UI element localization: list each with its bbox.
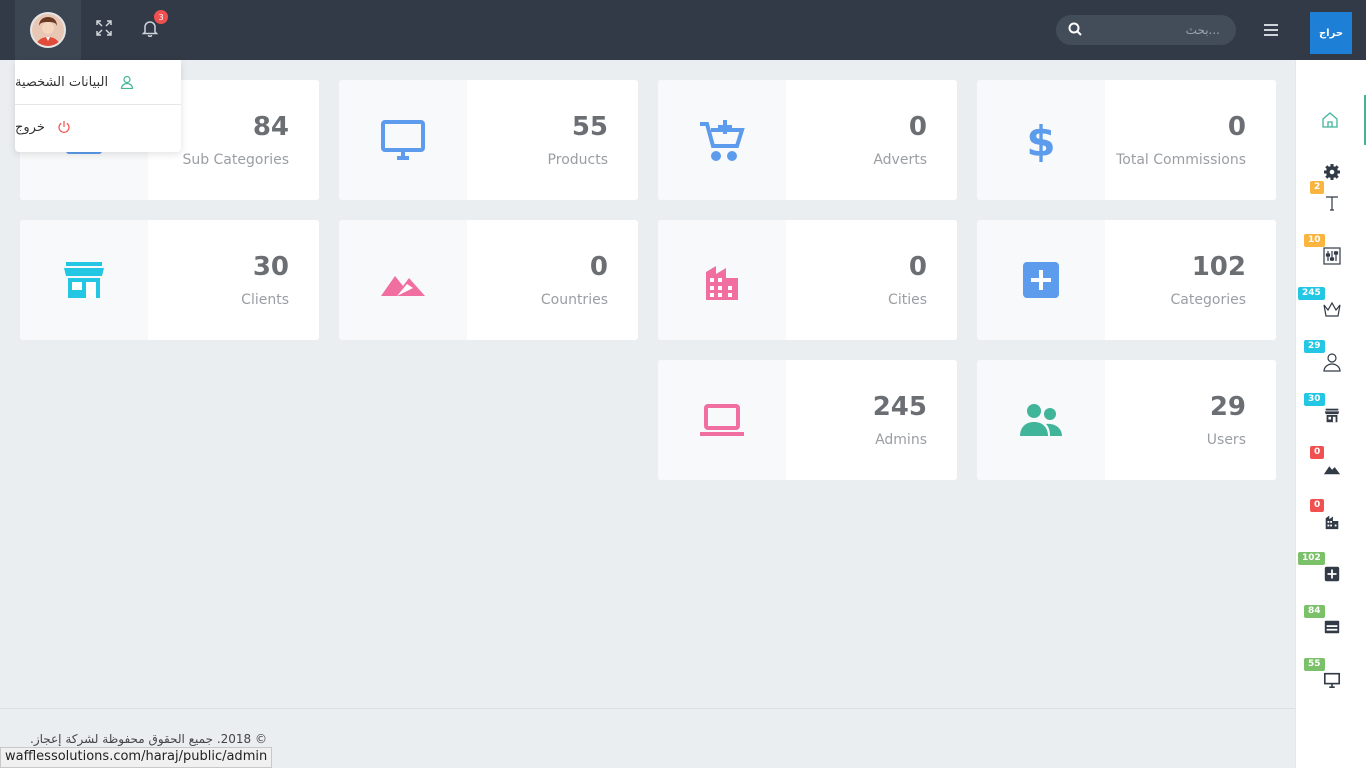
footer-divider xyxy=(0,708,1295,709)
logout-menu-item[interactable]: خروج xyxy=(15,105,181,149)
building-icon xyxy=(658,220,786,340)
footer-copyright: © 2018. جميع الحقوق محفوظة لشركة إعجاز. xyxy=(30,732,268,746)
users-icon xyxy=(977,360,1105,480)
stat-card-users[interactable]: 29 Users xyxy=(977,360,1276,480)
sidebar-item-mountain[interactable]: 0 xyxy=(1296,440,1366,490)
sidebar-item-store[interactable]: 30 xyxy=(1296,387,1366,437)
logo-text: حراج xyxy=(1318,27,1344,39)
power-icon xyxy=(57,120,71,134)
stat-card-clients[interactable]: 30 Clients xyxy=(20,220,319,340)
sidebar-item-building[interactable]: 0 xyxy=(1296,493,1366,543)
stat-value: 29 xyxy=(1209,392,1246,422)
sidebar-item-home[interactable] xyxy=(1296,95,1366,145)
store-icon xyxy=(20,220,148,340)
sidebar-count-badge: 29 xyxy=(1304,340,1325,353)
stat-value: 84 xyxy=(252,112,289,142)
search-box xyxy=(1056,15,1236,45)
building-icon xyxy=(1322,511,1342,531)
stat-card-countries[interactable]: 0 Countries xyxy=(339,220,638,340)
sidebar-count-badge: 30 xyxy=(1304,393,1325,406)
sidebar-item-subcategory[interactable]: 84 xyxy=(1296,599,1366,649)
sidebar-item-plus-square[interactable]: 102 xyxy=(1296,546,1366,596)
search-icon[interactable] xyxy=(1068,21,1082,40)
right-sidebar: 2 10 245 29 30 0 0 102 84 55 xyxy=(1295,60,1366,768)
sidebar-count-badge: 2 xyxy=(1310,181,1325,194)
user-icon xyxy=(120,75,134,90)
stat-label: Adverts xyxy=(873,152,927,168)
stat-label: Admins xyxy=(875,432,927,448)
stat-label: Total Commissions xyxy=(1116,152,1246,168)
stat-value: 0 xyxy=(908,252,927,282)
stat-label: Sub Categories xyxy=(182,152,289,168)
dollar-icon: $ xyxy=(977,80,1105,200)
stat-card-total-commissions[interactable]: $0 Total Commissions xyxy=(977,80,1276,200)
user-menu-button[interactable] xyxy=(15,0,81,60)
plus-square-icon xyxy=(1322,564,1342,584)
search-input[interactable] xyxy=(1100,23,1220,37)
menu-toggle-icon[interactable] xyxy=(1261,20,1281,40)
monitor-icon xyxy=(1322,670,1342,690)
fullscreen-icon[interactable] xyxy=(92,16,116,40)
sidebar-item-monitor[interactable]: 55 xyxy=(1296,652,1366,702)
user-dropdown-menu: البيانات الشخصية خروج xyxy=(15,60,181,152)
sidebar-count-badge: 102 xyxy=(1298,552,1325,565)
stat-value: 30 xyxy=(252,252,289,282)
logo[interactable]: حراج xyxy=(1310,12,1352,54)
stat-card-products[interactable]: 55 Products xyxy=(339,80,638,200)
home-icon xyxy=(1322,112,1338,128)
sliders-icon xyxy=(1322,246,1342,266)
browser-status-url: wafflessolutions.com/haraj/public/admin xyxy=(0,747,273,768)
profile-label: البيانات الشخصية xyxy=(15,74,109,90)
top-bar: 3 حراج xyxy=(0,0,1366,60)
sidebar-item-crown[interactable]: 245 xyxy=(1296,281,1366,331)
stat-value: 0 xyxy=(1227,112,1246,142)
sidebar-count-badge: 55 xyxy=(1304,658,1325,671)
sidebar-item-text[interactable]: 2 xyxy=(1296,175,1366,225)
stat-label: Categories xyxy=(1170,292,1246,308)
store-icon xyxy=(1322,405,1342,425)
sidebar-item-user[interactable]: 29 xyxy=(1296,334,1366,384)
stat-value: 0 xyxy=(908,112,927,142)
avatar xyxy=(30,12,66,48)
sidebar-count-badge: 245 xyxy=(1298,287,1325,300)
sidebar-item-sliders[interactable]: 10 xyxy=(1296,228,1366,278)
sidebar-count-badge: 0 xyxy=(1310,446,1325,459)
stat-value: 55 xyxy=(571,112,608,142)
crown-icon xyxy=(1322,299,1342,319)
stat-card-cities[interactable]: 0 Cities xyxy=(658,220,957,340)
user-icon xyxy=(1322,352,1342,372)
notification-bell-icon[interactable]: 3 xyxy=(138,10,168,40)
sidebar-count-badge: 84 xyxy=(1304,605,1325,618)
stat-label: Clients xyxy=(241,292,289,308)
sidebar-count-badge: 10 xyxy=(1304,234,1325,247)
sidebar-count-badge: 0 xyxy=(1310,499,1325,512)
mountain-icon xyxy=(339,220,467,340)
notification-count-badge: 3 xyxy=(154,10,168,24)
logout-label: خروج xyxy=(15,119,45,135)
stat-label: Products xyxy=(547,152,608,168)
text-icon xyxy=(1322,193,1342,213)
mountain-icon xyxy=(1322,458,1342,478)
stat-value: 245 xyxy=(872,392,927,422)
monitor-icon xyxy=(339,80,467,200)
stat-label: Cities xyxy=(888,292,927,308)
stat-label: Countries xyxy=(540,292,608,308)
stat-value: 0 xyxy=(589,252,608,282)
subcategory-icon xyxy=(1322,617,1342,637)
laptop-icon xyxy=(658,360,786,480)
stat-card-categories[interactable]: 102 Categories xyxy=(977,220,1276,340)
profile-menu-item[interactable]: البيانات الشخصية xyxy=(15,60,181,104)
plus-square-icon xyxy=(977,220,1105,340)
stat-label: Users xyxy=(1206,432,1246,448)
stat-card-adverts[interactable]: 0 Adverts xyxy=(658,80,957,200)
stat-card-admins[interactable]: 245 Admins xyxy=(658,360,957,480)
svg-text:$: $ xyxy=(1026,117,1055,164)
stat-value: 102 xyxy=(1191,252,1246,282)
cart-plus-icon xyxy=(658,80,786,200)
